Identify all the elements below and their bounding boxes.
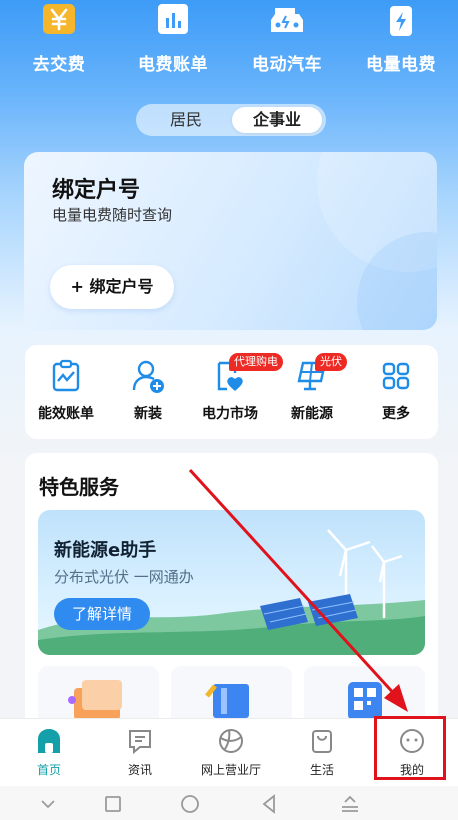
tab-home-label: 首页 bbox=[36, 763, 61, 777]
shortcut-ev[interactable]: 电动汽车 bbox=[232, 0, 342, 75]
service-efficiency-bill[interactable]: 能效账单 bbox=[25, 359, 107, 423]
banner-subtitle: 分布式光伏 一网通办 bbox=[54, 568, 194, 586]
news-icon bbox=[126, 727, 154, 755]
globe-icon bbox=[217, 727, 245, 755]
featured-services-card: 特色服务 新能源e助手 分布式光伏 一网通办 了解详情 bbox=[25, 453, 438, 743]
new-energy-badge: 光伏 bbox=[315, 353, 347, 371]
shortcut-bill[interactable]: 电费账单 bbox=[118, 0, 228, 75]
services-card: 能效账单 新装 电力市场 代理购电 新能源 光伏 更多 bbox=[25, 345, 438, 439]
chevron-down-icon[interactable] bbox=[36, 792, 60, 816]
service-efficiency-bill-label: 能效账单 bbox=[38, 406, 94, 422]
circle-icon[interactable] bbox=[178, 792, 202, 816]
service-more[interactable]: 更多 bbox=[355, 359, 437, 423]
tab-life[interactable]: 生活 bbox=[276, 727, 368, 778]
tab-news-label: 资讯 bbox=[127, 763, 152, 777]
square-icon[interactable] bbox=[101, 792, 125, 816]
ev-car-icon bbox=[269, 4, 305, 38]
service-new-install[interactable]: 新装 bbox=[107, 359, 189, 423]
home-icon bbox=[35, 727, 63, 755]
document-illustration-icon bbox=[68, 680, 122, 720]
service-new-install-label: 新装 bbox=[134, 406, 162, 422]
shortcut-ev-label: 电动汽车 bbox=[252, 55, 322, 75]
service-new-energy[interactable]: 新能源 光伏 bbox=[271, 353, 353, 423]
grid-more-icon bbox=[379, 359, 413, 393]
system-navigation-bar bbox=[0, 786, 458, 820]
menu-up-icon[interactable] bbox=[338, 792, 362, 816]
back-triangle-icon[interactable] bbox=[257, 792, 281, 816]
bind-account-title: 绑定户号 bbox=[52, 178, 141, 203]
tab-online-hall-label: 网上营业厅 bbox=[200, 763, 261, 777]
service-power-market[interactable]: 电力市场 代理购电 bbox=[189, 353, 283, 423]
service-new-energy-label: 新能源 bbox=[291, 406, 333, 422]
annotation-highlight-box bbox=[374, 716, 446, 780]
efficiency-bill-icon bbox=[49, 359, 83, 393]
box-illustration-icon bbox=[205, 684, 249, 718]
battery-bolt-icon bbox=[383, 4, 419, 38]
bind-account-subtitle: 电量电费随时查询 bbox=[52, 206, 173, 224]
service-more-label: 更多 bbox=[382, 406, 410, 422]
bind-account-card: 绑定户号 电量电费随时查询 + 绑定户号 bbox=[24, 152, 437, 330]
tab-life-label: 生活 bbox=[309, 763, 334, 777]
banner-title: 新能源e助手 bbox=[54, 540, 157, 561]
yen-icon bbox=[41, 4, 77, 38]
tab-news[interactable]: 资讯 bbox=[94, 727, 186, 778]
shortcut-usage-label: 电量电费 bbox=[366, 55, 436, 75]
tab-online-hall[interactable]: 网上营业厅 bbox=[185, 727, 277, 778]
customer-type-switch: 居民 企事业 bbox=[136, 104, 326, 136]
featured-services-title: 特色服务 bbox=[39, 475, 119, 499]
shortcut-usage[interactable]: 电量电费 bbox=[346, 0, 456, 75]
shopping-bag-icon bbox=[308, 727, 336, 755]
segment-enterprise[interactable]: 企事业 bbox=[232, 107, 322, 133]
segment-resident[interactable]: 居民 bbox=[146, 104, 226, 136]
shortcut-pay[interactable]: 去交费 bbox=[4, 0, 114, 75]
new-energy-banner[interactable]: 新能源e助手 分布式光伏 一网通办 了解详情 bbox=[38, 510, 425, 655]
add-user-icon bbox=[131, 359, 165, 393]
banner-learn-more-button[interactable]: 了解详情 bbox=[54, 598, 150, 630]
tab-home[interactable]: 首页 bbox=[3, 727, 95, 778]
service-power-market-label: 电力市场 bbox=[202, 406, 258, 422]
shortcut-bill-label: 电费账单 bbox=[138, 55, 208, 75]
shortcut-pay-label: 去交费 bbox=[32, 55, 86, 75]
bind-account-button[interactable]: + 绑定户号 bbox=[50, 265, 174, 309]
bill-chart-icon bbox=[155, 4, 191, 38]
top-shortcuts: 去交费 电费账单 电动汽车 电量电费 bbox=[0, 0, 458, 88]
